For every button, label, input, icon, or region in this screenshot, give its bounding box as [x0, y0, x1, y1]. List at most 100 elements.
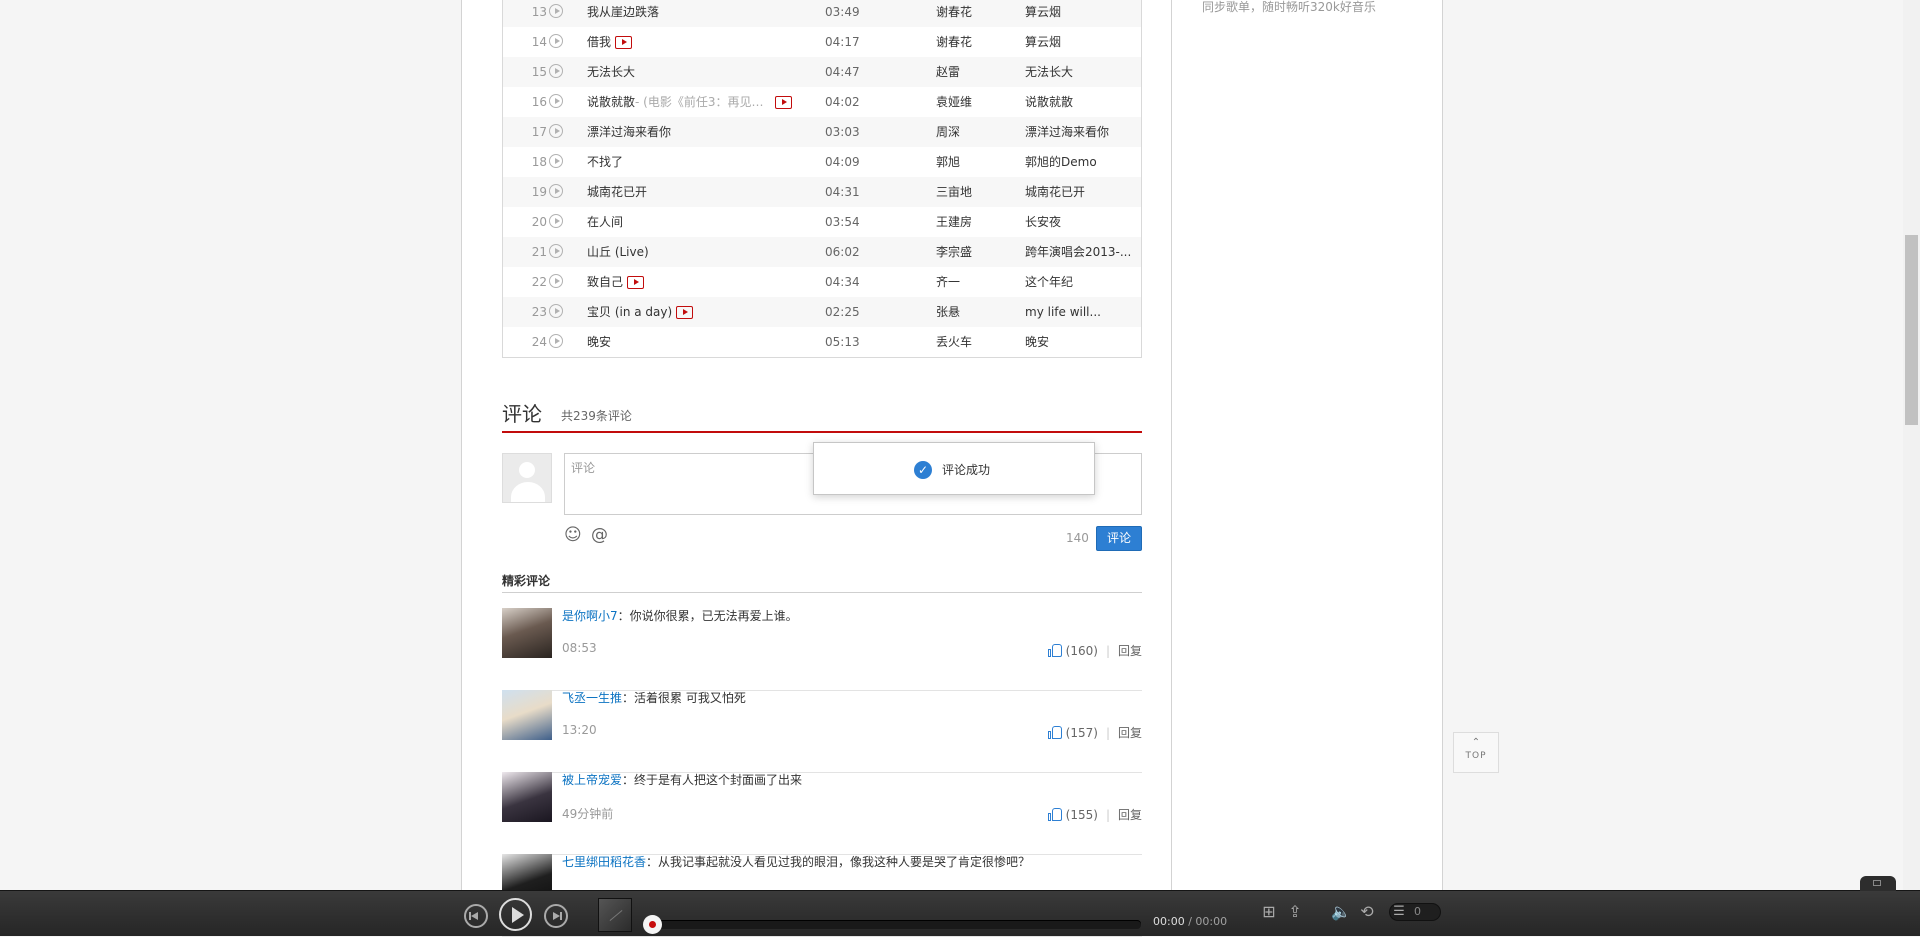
- track-album[interactable]: 郭旭的Demo: [1025, 147, 1135, 177]
- scrollbar-thumb[interactable]: [1905, 235, 1918, 425]
- track-row[interactable]: 24 晚安 05:13 丢火车 晚安: [503, 327, 1141, 357]
- track-title[interactable]: 借我: [587, 27, 611, 57]
- track-row[interactable]: 22 致自己 04:34 齐一 这个年纪: [503, 267, 1141, 297]
- commenter-avatar[interactable]: [502, 772, 552, 822]
- play-icon[interactable]: [549, 184, 563, 198]
- track-title[interactable]: 宝贝 (in a day): [587, 297, 672, 327]
- play-icon[interactable]: [549, 154, 563, 168]
- comment-actions: (157) | 回复: [1047, 724, 1142, 741]
- commenter-name[interactable]: 七里绑田稻花香: [562, 855, 646, 869]
- play-icon[interactable]: [549, 4, 563, 18]
- previous-track-button[interactable]: [464, 904, 488, 928]
- track-artist[interactable]: 赵雷: [936, 57, 1016, 87]
- track-title[interactable]: 说散就散: [587, 87, 635, 117]
- track-row[interactable]: 15 无法长大 04:47 赵雷 无法长大: [503, 57, 1141, 87]
- track-artist[interactable]: 袁娅维: [936, 87, 1016, 117]
- track-title[interactable]: 漂洋过海来看你: [587, 117, 671, 147]
- track-row[interactable]: 21 山丘 (Live) 06:02 李宗盛 跨年演唱会2013-...: [503, 237, 1141, 267]
- track-row[interactable]: 13 我从崖边跌落 03:49 谢春花 算云烟: [503, 0, 1141, 27]
- mv-icon[interactable]: [627, 275, 645, 289]
- track-album[interactable]: my life will...: [1025, 297, 1135, 327]
- track-row[interactable]: 20 在人间 03:54 王建房 长安夜: [503, 207, 1141, 237]
- track-title[interactable]: 山丘 (Live): [587, 237, 649, 267]
- track-title[interactable]: 城南花已开: [587, 177, 647, 207]
- track-album[interactable]: 跨年演唱会2013-...: [1025, 237, 1135, 267]
- track-row[interactable]: 16 说散就散 - (电影《前任3：再见前... 04:02 袁娅维 说散就散: [503, 87, 1141, 117]
- play-icon[interactable]: [549, 304, 563, 318]
- track-artist[interactable]: 丢火车: [936, 327, 1016, 357]
- reply-link[interactable]: 回复: [1118, 642, 1142, 659]
- track-album[interactable]: 这个年纪: [1025, 267, 1135, 297]
- track-duration: 03:03: [825, 125, 860, 139]
- play-icon[interactable]: [549, 34, 563, 48]
- track-title[interactable]: 我从崖边跌落: [587, 0, 659, 27]
- track-album[interactable]: 晚安: [1025, 327, 1135, 357]
- mv-icon[interactable]: [676, 305, 694, 319]
- playlist-button[interactable]: ☰ 0: [1389, 903, 1441, 921]
- back-to-top-button[interactable]: ⌃ TOP: [1453, 732, 1499, 773]
- track-artist[interactable]: 谢春花: [936, 27, 1016, 57]
- mv-icon[interactable]: [615, 35, 633, 49]
- progress-handle[interactable]: [643, 915, 662, 934]
- thumbs-up-icon[interactable]: [1047, 726, 1063, 739]
- track-row[interactable]: 23 宝贝 (in a day) 02:25 张悬 my life will...: [503, 297, 1141, 327]
- track-title[interactable]: 晚安: [587, 327, 611, 357]
- track-album[interactable]: 长安夜: [1025, 207, 1135, 237]
- track-row[interactable]: 14 借我 04:17 谢春花 算云烟: [503, 27, 1141, 57]
- loop-icon[interactable]: ⟲: [1358, 903, 1376, 921]
- lock-player-button[interactable]: [1860, 876, 1896, 891]
- add-to-playlist-icon[interactable]: ⊞: [1260, 903, 1278, 921]
- track-album[interactable]: 漂洋过海来看你: [1025, 117, 1135, 147]
- share-icon[interactable]: ⇪: [1286, 903, 1304, 921]
- play-icon[interactable]: [549, 94, 563, 108]
- play-icon[interactable]: [549, 244, 563, 258]
- track-artist[interactable]: 谢春花: [936, 0, 1016, 27]
- track-title[interactable]: 在人间: [587, 207, 623, 237]
- next-track-button[interactable]: [544, 904, 568, 928]
- track-artist[interactable]: 李宗盛: [936, 237, 1016, 267]
- track-album[interactable]: 说散就散: [1025, 87, 1135, 117]
- commenter-avatar[interactable]: [502, 690, 552, 740]
- play-button[interactable]: [499, 898, 532, 931]
- track-title[interactable]: 致自己: [587, 267, 623, 297]
- scrollbar[interactable]: [1903, 0, 1920, 890]
- play-icon[interactable]: [549, 124, 563, 138]
- play-icon[interactable]: [549, 214, 563, 228]
- submit-comment-button[interactable]: 评论: [1096, 526, 1142, 551]
- track-artist[interactable]: 张悬: [936, 297, 1016, 327]
- mv-icon[interactable]: [775, 95, 792, 109]
- track-album[interactable]: 算云烟: [1025, 0, 1135, 27]
- at-mention-icon[interactable]: @: [591, 526, 608, 544]
- track-artist[interactable]: 齐一: [936, 267, 1016, 297]
- commenter-avatar[interactable]: [502, 608, 552, 658]
- track-row[interactable]: 17 漂洋过海来看你 03:03 周深 漂洋过海来看你: [503, 117, 1141, 147]
- thumbs-up-icon[interactable]: [1047, 644, 1063, 657]
- album-cover[interactable]: [598, 898, 632, 932]
- track-row[interactable]: 18 不找了 04:09 郭旭 郭旭的Demo: [503, 147, 1141, 177]
- emoji-icon[interactable]: ☺: [564, 526, 582, 544]
- track-album[interactable]: 无法长大: [1025, 57, 1135, 87]
- action-separator: |: [1105, 807, 1110, 822]
- play-icon[interactable]: [549, 334, 563, 348]
- track-title[interactable]: 无法长大: [587, 57, 635, 87]
- commenter-name[interactable]: 被上帝宠爱: [562, 773, 622, 787]
- track-artist[interactable]: 郭旭: [936, 147, 1016, 177]
- track-album[interactable]: 城南花已开: [1025, 177, 1135, 207]
- reply-link[interactable]: 回复: [1118, 724, 1142, 741]
- track-artist[interactable]: 王建房: [936, 207, 1016, 237]
- play-icon[interactable]: [549, 274, 563, 288]
- volume-icon[interactable]: 🔈: [1331, 903, 1351, 921]
- total-time: 00:00: [1195, 915, 1228, 928]
- track-row[interactable]: 19 城南花已开 04:31 三亩地 城南花已开: [503, 177, 1141, 207]
- play-icon[interactable]: [549, 64, 563, 78]
- commenter-name[interactable]: 飞丞一生推: [562, 691, 622, 705]
- thumbs-up-icon[interactable]: [1047, 808, 1063, 821]
- reply-link[interactable]: 回复: [1118, 806, 1142, 823]
- track-duration: 03:54: [825, 215, 860, 229]
- track-artist[interactable]: 周深: [936, 117, 1016, 147]
- progress-bar[interactable]: [649, 920, 1141, 929]
- track-title[interactable]: 不找了: [587, 147, 623, 177]
- track-artist[interactable]: 三亩地: [936, 177, 1016, 207]
- commenter-name[interactable]: 是你啊小7: [562, 609, 618, 623]
- track-album[interactable]: 算云烟: [1025, 27, 1135, 57]
